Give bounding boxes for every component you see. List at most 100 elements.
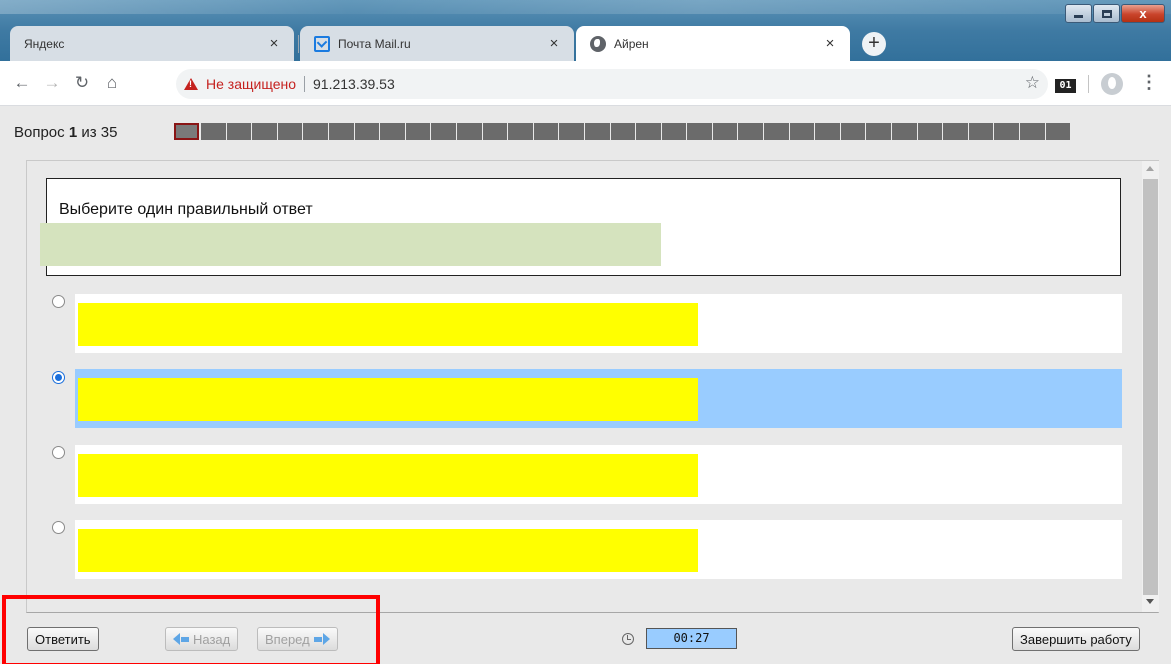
- question-nav-square-9[interactable]: [380, 123, 406, 140]
- timer-display: 00:27: [646, 628, 737, 649]
- menu-icon[interactable]: ⋮: [1140, 72, 1158, 93]
- tab-close-icon[interactable]: ×: [266, 35, 282, 52]
- question-nav-square-26[interactable]: [815, 123, 841, 140]
- answer-text-block: [78, 303, 698, 346]
- question-nav-square-30[interactable]: [917, 123, 944, 140]
- omnibox-separator: [304, 76, 305, 92]
- tab-mail[interactable]: Почта Mail.ru ×: [300, 26, 574, 61]
- security-status[interactable]: Не защищено: [206, 76, 296, 92]
- question-nav-square-32[interactable]: [968, 123, 995, 140]
- question-nav-square-16[interactable]: [559, 123, 585, 140]
- question-nav-square-2[interactable]: [201, 123, 227, 140]
- tab-strip: Яндекс × Почта Mail.ru × Айрен × +: [0, 26, 1171, 61]
- tab-close-icon[interactable]: ×: [546, 35, 562, 52]
- answer-option-4[interactable]: [75, 520, 1122, 579]
- question-nav-square-29[interactable]: [892, 123, 918, 140]
- window-close-icon: x: [1139, 6, 1147, 21]
- content-scrollbar[interactable]: [1142, 161, 1159, 612]
- mail-favicon-icon: [314, 35, 330, 52]
- answer-text-block: [78, 454, 698, 497]
- toolbar-separator: [1088, 75, 1089, 93]
- question-nav-square-27[interactable]: [840, 123, 867, 140]
- question-nav-square-7[interactable]: [328, 123, 355, 140]
- question-nav-square-22[interactable]: [712, 123, 739, 140]
- question-progress-bar: [174, 123, 1072, 140]
- question-nav-square-8[interactable]: [354, 123, 381, 140]
- answer-text-block: [78, 378, 698, 421]
- reload-icon[interactable]: ↻: [70, 73, 94, 93]
- question-nav-square-23[interactable]: [738, 123, 765, 140]
- question-nav-square-20[interactable]: [661, 123, 688, 140]
- option-radio-3[interactable]: [52, 446, 65, 459]
- question-nav-square-33[interactable]: [994, 123, 1020, 140]
- warning-icon: [184, 78, 198, 90]
- clock-icon: [622, 633, 634, 645]
- question-nav-square-13[interactable]: [482, 123, 509, 140]
- question-total-number: 35: [100, 124, 118, 141]
- maximize-button[interactable]: [1093, 4, 1120, 23]
- answer-option-3[interactable]: [75, 445, 1122, 504]
- tab-title: Айрен: [614, 36, 649, 51]
- globe-favicon-icon: [590, 35, 606, 52]
- scroll-up-arrow-icon[interactable]: [1146, 166, 1154, 171]
- option-radio-4[interactable]: [52, 521, 65, 534]
- question-nav-square-10[interactable]: [405, 123, 432, 140]
- new-tab-button[interactable]: +: [862, 32, 886, 56]
- back-arrow-icon[interactable]: ←: [10, 73, 34, 93]
- window-close-button[interactable]: x: [1121, 4, 1165, 23]
- question-nav-square-17[interactable]: [584, 123, 611, 140]
- star-icon[interactable]: ☆: [1025, 73, 1040, 93]
- question-nav-square-25[interactable]: [789, 123, 816, 140]
- maximize-icon: [1101, 9, 1112, 18]
- scrollbar-thumb[interactable]: [1143, 179, 1158, 595]
- question-nav-square-4[interactable]: [252, 123, 278, 140]
- question-counter-middle: из: [81, 124, 97, 141]
- answer-option-2[interactable]: [75, 369, 1122, 428]
- home-icon[interactable]: ⌂: [100, 73, 124, 93]
- tab-airen[interactable]: Айрен ×: [576, 26, 850, 61]
- profile-icon[interactable]: [1101, 73, 1123, 95]
- question-nav-square-15[interactable]: [533, 123, 560, 140]
- highlight-annotation: [2, 595, 380, 664]
- question-nav-square-6[interactable]: [303, 123, 329, 140]
- tab-separator: [298, 35, 299, 53]
- question-nav-square-3[interactable]: [226, 123, 253, 140]
- question-nav-square-28[interactable]: [866, 123, 893, 140]
- question-nav-square-35[interactable]: [1045, 123, 1072, 140]
- question-nav-square-1[interactable]: [174, 123, 199, 140]
- tab-yandex[interactable]: Яндекс ×: [10, 26, 294, 61]
- question-navigator: Вопрос 1 из 35: [0, 106, 1171, 160]
- question-counter: Вопрос 1 из 35: [14, 124, 117, 141]
- question-text-block: [40, 223, 661, 266]
- tab-title: Яндекс: [24, 36, 65, 51]
- extension-icon[interactable]: 01: [1055, 79, 1076, 93]
- minimize-icon: [1074, 15, 1083, 18]
- address-bar[interactable]: Не защищено 91.213.39.53 ☆: [176, 69, 1048, 99]
- question-prompt: Выберите один правильный ответ: [59, 201, 313, 218]
- window-controls: x: [1064, 4, 1165, 23]
- question-nav-square-34[interactable]: [1020, 123, 1046, 140]
- tab-close-icon[interactable]: ×: [822, 35, 838, 52]
- question-nav-square-19[interactable]: [636, 123, 662, 140]
- answer-option-1[interactable]: [75, 294, 1122, 353]
- question-counter-prefix: Вопрос: [14, 124, 65, 141]
- minimize-button[interactable]: [1065, 4, 1092, 23]
- question-nav-square-11[interactable]: [431, 123, 457, 140]
- scroll-down-arrow-icon[interactable]: [1146, 599, 1154, 604]
- url-text[interactable]: 91.213.39.53: [313, 76, 395, 92]
- question-nav-square-21[interactable]: [687, 123, 713, 140]
- question-current-number: 1: [68, 124, 78, 141]
- browser-toolbar: ← → ↻ ⌂ Не защищено 91.213.39.53 ☆ 01 ⋮: [0, 61, 1171, 106]
- option-radio-1[interactable]: [52, 295, 65, 308]
- question-nav-square-18[interactable]: [610, 123, 637, 140]
- answer-text-block: [78, 529, 698, 572]
- question-nav-square-14[interactable]: [508, 123, 534, 140]
- question-nav-square-5[interactable]: [277, 123, 304, 140]
- finish-test-button[interactable]: Завершить работу: [1012, 627, 1140, 651]
- question-nav-square-31[interactable]: [943, 123, 969, 140]
- forward-arrow-icon[interactable]: →: [40, 73, 64, 93]
- question-nav-square-12[interactable]: [456, 123, 483, 140]
- option-radio-2[interactable]: [52, 371, 65, 384]
- tab-title: Почта Mail.ru: [338, 36, 411, 51]
- question-nav-square-24[interactable]: [764, 123, 790, 140]
